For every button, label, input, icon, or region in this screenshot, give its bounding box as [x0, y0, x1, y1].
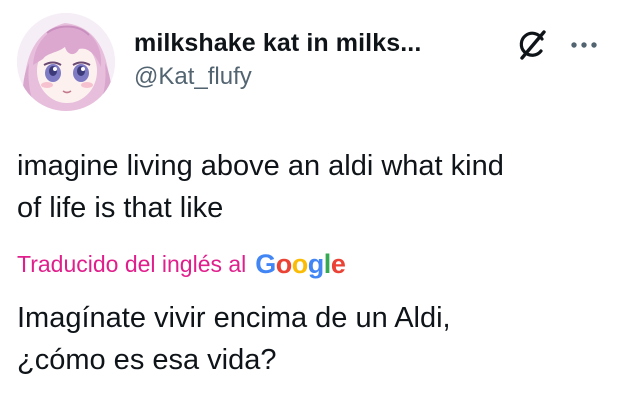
- google-letter: e: [330, 249, 346, 279]
- display-name[interactable]: milkshake kat in milks...: [134, 28, 421, 58]
- tweet-text-line: of life is that like: [17, 192, 224, 224]
- translated-text-line: ¿cómo es esa vida?: [17, 344, 277, 376]
- avatar[interactable]: [17, 13, 115, 111]
- tweet-text-line: imagine living above an aldi what kind: [17, 150, 504, 182]
- user-handle[interactable]: @Kat_flufy: [134, 62, 421, 92]
- translation-attribution[interactable]: Traducido del inglés al Google: [17, 247, 346, 281]
- google-letter: g: [307, 249, 325, 279]
- google-letter: l: [323, 249, 332, 279]
- more-options-icon[interactable]: [565, 30, 603, 60]
- google-letter: G: [255, 249, 276, 279]
- google-letter: o: [275, 249, 293, 279]
- tweet-text: imagine living above an aldi what kind o…: [17, 145, 607, 229]
- author-block: milkshake kat in milks... @Kat_flufy: [134, 28, 421, 92]
- google-letter: o: [291, 249, 309, 279]
- more-dots-icon: [571, 42, 597, 48]
- tweet-card: milkshake kat in milks... @Kat_flufy ima…: [0, 0, 620, 404]
- translated-text: Imagínate vivir encima de un Aldi, ¿cómo…: [17, 297, 607, 381]
- anime-girl-avatar-icon: [17, 13, 115, 111]
- translated-by-label: Traducido del inglés al: [17, 251, 247, 277]
- grok-icon[interactable]: [515, 28, 549, 62]
- grok-slash-circle-icon: [519, 30, 546, 60]
- translated-text-line: Imagínate vivir encima de un Aldi,: [17, 302, 451, 334]
- google-logo: Google: [255, 247, 346, 281]
